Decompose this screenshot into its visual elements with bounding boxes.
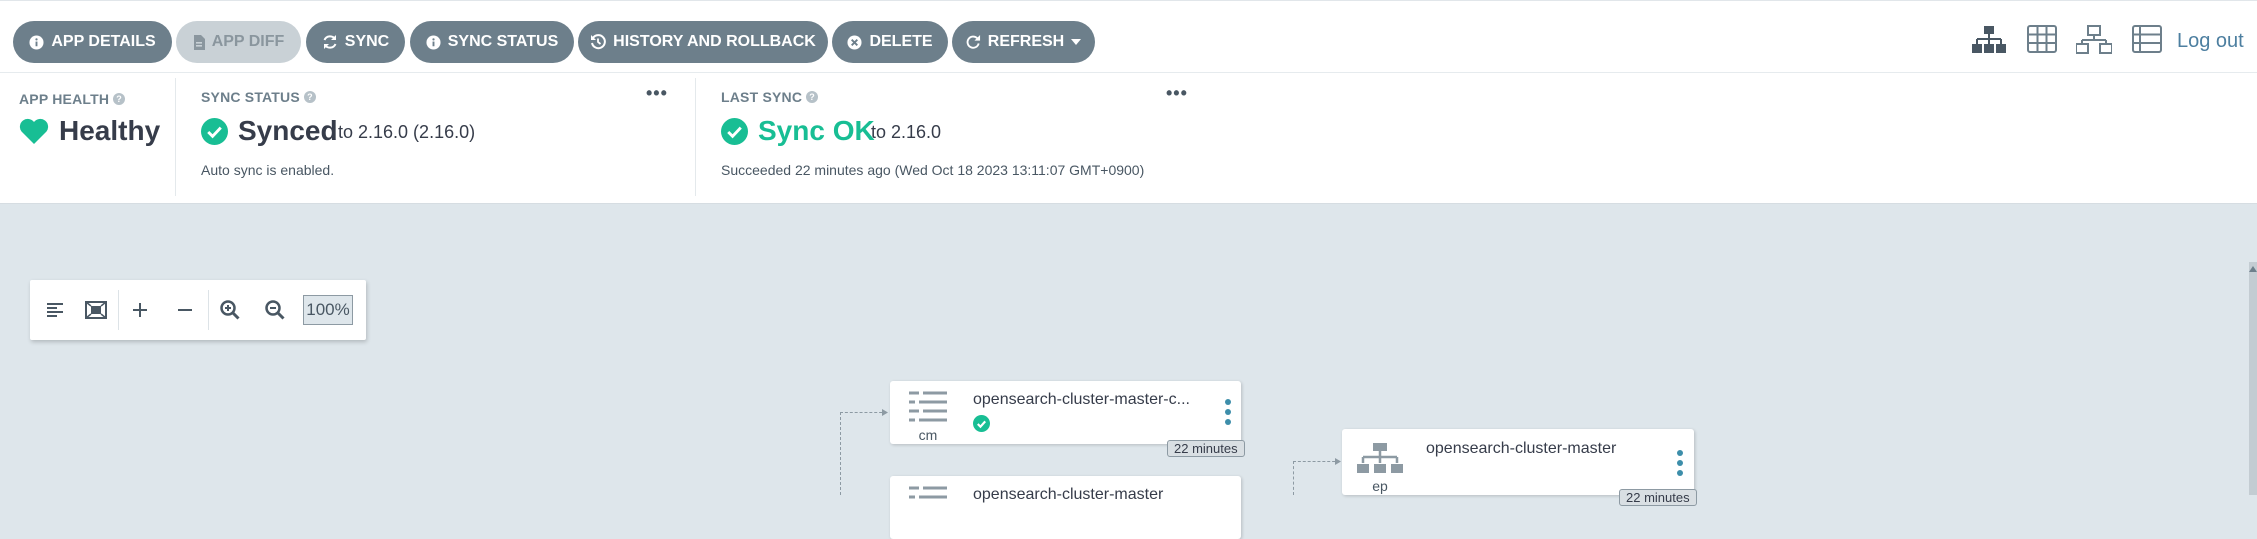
node-name: opensearch-cluster-master (973, 486, 1164, 503)
list-view-icon[interactable] (2132, 25, 2162, 53)
sync-status-label: Synced (238, 115, 338, 146)
plus-icon[interactable] (127, 297, 153, 323)
zoom-out-icon[interactable] (262, 297, 288, 323)
last-sync-more-icon[interactable]: ••• (1166, 83, 1188, 104)
node-kind: ep (1372, 478, 1388, 494)
configmap-icon (909, 391, 947, 422)
sync-note: Auto sync is enabled. (201, 162, 335, 178)
app-health-title: APP HEALTH ? (19, 91, 126, 107)
check-circle-icon (721, 117, 748, 145)
app-details-label: APP DETAILS (51, 33, 156, 50)
help-icon[interactable]: ? (113, 93, 126, 105)
logout-link[interactable]: Log out (2177, 30, 2244, 53)
endpoints-icon (1357, 443, 1403, 473)
graph-toolbar: 100% (30, 280, 366, 340)
sync-button[interactable]: SYNC (306, 21, 405, 63)
app-health-value: Healthy (19, 115, 160, 147)
info-icon (29, 34, 44, 50)
node-name: opensearch-cluster-master-c... (973, 391, 1190, 408)
age-badge: 22 minutes (1619, 489, 1697, 506)
resource-node[interactable]: opensearch-cluster-master (890, 476, 1241, 539)
history-and-rollback-button[interactable]: HISTORY AND ROLLBACK (578, 21, 828, 63)
delete-button[interactable]: DELETE (832, 21, 948, 63)
last-sync-title-label: LAST SYNC (721, 89, 803, 105)
refresh-label: REFRESH (987, 33, 1065, 50)
divider (118, 290, 119, 330)
network-view-icon[interactable] (2076, 25, 2112, 55)
node-name: opensearch-cluster-master (1426, 440, 1617, 457)
last-sync-label: Sync OK (758, 115, 875, 146)
app-status-panel: APP HEALTH ? Healthy SYNC STATUS ? ••• S… (0, 73, 2257, 204)
edge-line (1293, 461, 1294, 495)
sync-label: SYNC (344, 33, 390, 50)
top-toolbar: APP DETAILS APP DIFF SYNC SYNC STATUS HI… (0, 0, 2257, 73)
chevron-down-icon (1071, 39, 1082, 45)
pods-view-icon[interactable] (2027, 25, 2057, 53)
file-diff-icon (193, 34, 205, 50)
vertical-scrollbar[interactable] (2249, 262, 2257, 495)
check-icon (973, 415, 990, 432)
delete-label: DELETE (869, 33, 933, 50)
refresh-icon (966, 34, 980, 49)
arrow-icon (882, 409, 888, 416)
history-and-rollback-label: HISTORY AND ROLLBACK (613, 33, 816, 50)
sync-status-title-label: SYNC STATUS (201, 89, 300, 105)
sync-status-more-icon[interactable]: ••• (646, 83, 668, 104)
sync-revision: to 2.16.0 (2.16.0) (338, 122, 476, 142)
last-sync-revision: to 2.16.0 (871, 122, 942, 142)
minus-icon[interactable] (172, 297, 198, 323)
app-details-button[interactable]: APP DETAILS (13, 21, 172, 63)
divider (208, 290, 209, 330)
edge-line (1293, 461, 1340, 462)
edge-line (840, 412, 887, 413)
fit-to-screen-icon[interactable] (83, 297, 109, 323)
sync-status-title: SYNC STATUS ? (201, 89, 316, 105)
tree-view-icon[interactable] (1972, 25, 2006, 55)
divider (175, 78, 176, 196)
app-health-label: Healthy (59, 115, 161, 146)
last-sync-note: Succeeded 22 minutes ago (Wed Oct 18 202… (721, 162, 1145, 178)
help-icon[interactable]: ? (806, 91, 819, 103)
resource-node[interactable]: ep opensearch-cluster-master 22 minutes (1342, 429, 1697, 506)
check-circle-icon (201, 117, 228, 145)
app-diff-button[interactable]: APP DIFF (176, 21, 301, 63)
sync-status-button[interactable]: SYNC STATUS (410, 21, 574, 63)
zoom-level[interactable]: 100% (303, 295, 353, 325)
app-diff-label: APP DIFF (211, 33, 285, 50)
align-left-icon[interactable] (42, 297, 68, 323)
history-icon (591, 34, 607, 50)
node-kind: cm (918, 427, 938, 443)
info-icon (426, 34, 441, 50)
heart-icon (19, 118, 49, 144)
divider (695, 78, 696, 196)
app-health-title-label: APP HEALTH (19, 91, 110, 107)
delete-icon (847, 34, 862, 50)
age-badge: 22 minutes (1167, 440, 1245, 457)
resource-node[interactable]: cm opensearch-cluster-master-c... 22 min… (890, 381, 1245, 457)
arrow-icon (1335, 458, 1341, 465)
sync-status-label: SYNC STATUS (447, 33, 559, 50)
scroll-up-icon[interactable] (2249, 262, 2257, 276)
sync-icon (323, 35, 337, 49)
node-menu-icon[interactable] (1676, 450, 1684, 476)
edge-line (840, 412, 841, 495)
node-menu-icon[interactable] (1224, 399, 1232, 425)
help-icon[interactable]: ? (303, 91, 316, 103)
configmap-icon (909, 486, 947, 499)
refresh-button[interactable]: REFRESH (952, 21, 1095, 63)
last-sync-title: LAST SYNC ? (721, 89, 819, 105)
last-sync-value: Sync OK (721, 115, 875, 147)
sync-status-value: Synced (201, 115, 338, 147)
zoom-in-icon[interactable] (217, 297, 243, 323)
